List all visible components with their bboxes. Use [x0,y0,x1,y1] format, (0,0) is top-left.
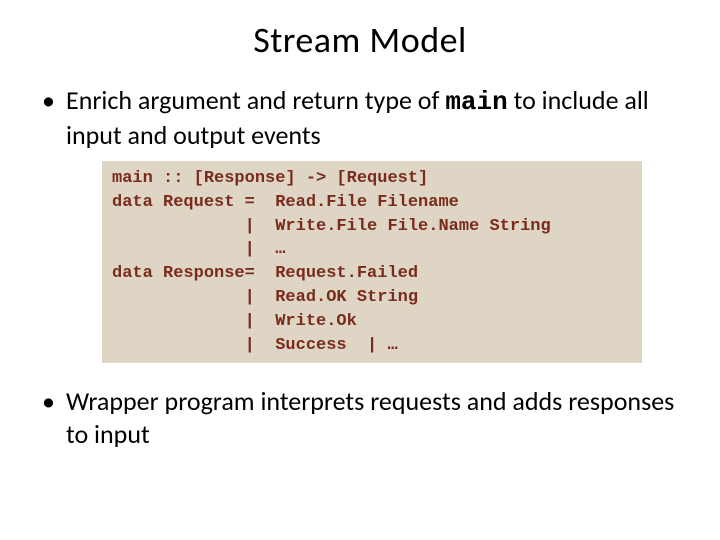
bullet-1-text-pre: Enrich argument and return type of [66,84,445,116]
code-block: main :: [Response] -> [Request] data Req… [102,161,642,363]
bullet-1-code: main [445,87,507,117]
slide: Stream Model Enrich argument and return … [0,0,720,540]
slide-title: Stream Model [40,18,680,62]
bullet-2: Wrapper program interprets requests and … [40,385,680,450]
bullet-list-2: Wrapper program interprets requests and … [40,385,680,450]
bullet-1: Enrich argument and return type of main … [40,84,680,151]
bullet-list: Enrich argument and return type of main … [40,84,680,151]
